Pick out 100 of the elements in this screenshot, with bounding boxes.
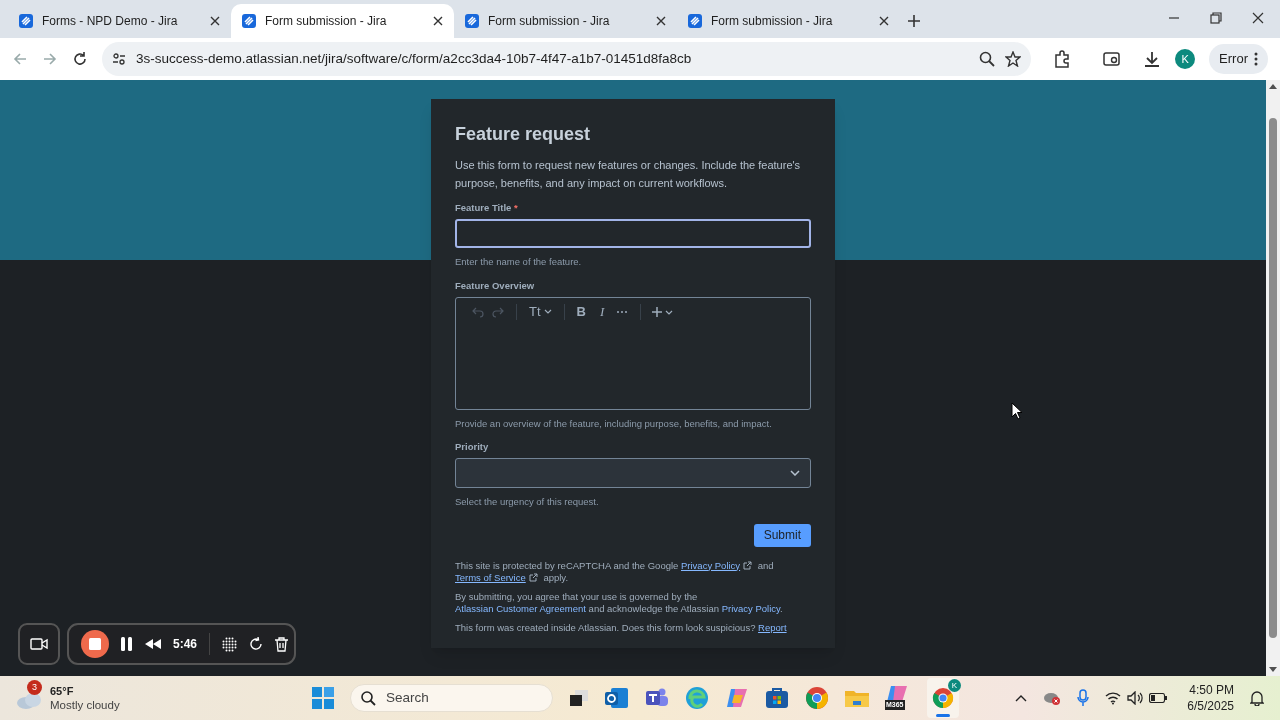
field-label: Feature Overview xyxy=(455,278,536,293)
rewind-icon[interactable] xyxy=(145,639,161,649)
jira-icon xyxy=(242,14,256,28)
rich-text-editor[interactable]: Tt B I xyxy=(455,296,811,410)
camera-toggle-button[interactable] xyxy=(18,623,60,665)
copilot-icon[interactable] xyxy=(725,687,749,709)
italic-button[interactable]: I xyxy=(599,302,605,322)
priority-dropdown[interactable] xyxy=(455,458,811,489)
chevron-up-icon[interactable] xyxy=(1015,694,1028,702)
field-label: Feature Title * xyxy=(455,201,519,215)
field-label: Priority xyxy=(455,440,490,454)
legal-text: This form was created inside Atlassian. Does this form look suspicious? Report xyxy=(455,621,788,634)
tab-title: Form submission - Jira xyxy=(488,13,611,30)
external-link-icon[interactable] xyxy=(528,573,538,583)
battery-icon[interactable] xyxy=(1149,693,1168,703)
trash-icon[interactable] xyxy=(275,636,289,652)
helper-text: Select the urgency of this request. xyxy=(455,495,600,510)
recording-timer: 5:46 xyxy=(173,636,198,653)
chrome-icon[interactable] xyxy=(805,686,829,710)
link[interactable]: Atlassian Customer Agreement xyxy=(455,602,586,614)
submit-button[interactable]: Submit xyxy=(753,523,811,547)
dot-grid-icon[interactable] xyxy=(222,636,238,652)
restart-icon[interactable] xyxy=(249,637,264,651)
task-view-icon[interactable] xyxy=(569,689,589,707)
bold-button[interactable]: B xyxy=(576,302,586,322)
profile-badge: K xyxy=(948,679,961,692)
jira-icon xyxy=(465,14,479,28)
form-description: Use this form to request new features or changes. Include the feature's purpose, benefits, and any impact on current workflows. xyxy=(455,158,802,191)
address-bar[interactable]: 3s-success-demo.atlassian.net/jira/software/c/form/a2cc3da4-10b7-4f47-a1b7-01451d8fa8cb xyxy=(102,42,1032,76)
close-icon[interactable] xyxy=(879,16,889,26)
browser-tab[interactable]: Forms - NPD Demo - Jira xyxy=(8,4,231,38)
browser-tab[interactable]: Form submission - Jira xyxy=(454,4,677,38)
legal-text: This site is protected by reCAPTCHA and the Google Privacy Policy and Terms of Service apply. xyxy=(455,559,775,584)
clock-time: 4:50 PM xyxy=(1189,682,1234,698)
close-icon[interactable] xyxy=(210,16,220,26)
pause-icon[interactable] xyxy=(121,637,133,651)
temperature-text: 65°F xyxy=(50,684,75,698)
legal-text: By submitting, you agree that your use is governed by the Atlassian Customer Agreement and acknowledge the Atlassian Privacy Policy. xyxy=(455,590,784,615)
teams-icon[interactable] xyxy=(645,687,669,709)
close-icon[interactable] xyxy=(1252,12,1264,24)
cloud-icon xyxy=(16,691,44,709)
tab-title: Forms - NPD Demo - Jira xyxy=(42,13,179,30)
close-icon[interactable] xyxy=(656,16,666,26)
notification-badge: 3 xyxy=(27,680,42,695)
onedrive-error-icon[interactable] xyxy=(1043,690,1062,706)
url-text: 3s-success-demo.atlassian.net/jira/software/c/form/a2cc3da4-10b7-4f47-a1b7-01451d8fa8cb xyxy=(136,49,693,68)
insert-icon[interactable] xyxy=(651,305,674,318)
text-field[interactable] xyxy=(455,219,811,249)
folder-icon[interactable] xyxy=(845,688,869,708)
link[interactable]: Terms of Service xyxy=(455,571,526,583)
chevron-down-icon xyxy=(790,470,800,477)
jira-icon xyxy=(19,14,33,28)
link[interactable]: Report xyxy=(758,621,787,633)
download-icon[interactable] xyxy=(1143,50,1162,68)
link[interactable]: Privacy Policy xyxy=(681,559,741,571)
error-button[interactable]: Error xyxy=(1209,44,1268,74)
stop-button[interactable] xyxy=(81,630,109,658)
scrollbar[interactable] xyxy=(1266,80,1280,676)
clock-date: 6/5/2025 xyxy=(1187,698,1234,714)
close-icon[interactable] xyxy=(433,16,443,26)
search-icon xyxy=(361,690,376,706)
site-settings-icon[interactable] xyxy=(112,52,126,66)
weather-condition: Mostly cloudy xyxy=(50,698,120,712)
browser-tab[interactable]: Form submission - Jira xyxy=(231,4,454,38)
volume-icon[interactable] xyxy=(1127,691,1144,705)
helper-text: Enter the name of the feature. xyxy=(455,255,583,270)
new-tab-icon[interactable] xyxy=(908,15,920,27)
scroll-up-icon[interactable] xyxy=(1269,83,1277,89)
taskbar-search-field[interactable]: Search xyxy=(350,684,553,712)
star-icon[interactable] xyxy=(1005,51,1022,67)
scroll-down-icon[interactable] xyxy=(1269,667,1277,673)
text-style-button[interactable]: Tt xyxy=(529,302,552,322)
zoom-icon[interactable] xyxy=(979,51,996,67)
chrome-taskbar-button[interactable]: K xyxy=(927,678,959,718)
tab-search-icon[interactable] xyxy=(1103,50,1122,68)
tab-title: Form submission - Jira xyxy=(265,13,388,30)
profile-avatar[interactable]: K xyxy=(1175,49,1196,69)
notification-bell-icon[interactable] xyxy=(1250,690,1264,706)
restore-icon[interactable] xyxy=(1210,12,1222,24)
chevron-down-icon xyxy=(543,308,552,315)
outlook-icon[interactable] xyxy=(605,687,629,709)
tab-title: Form submission - Jira xyxy=(711,13,834,30)
form-title: Feature request xyxy=(455,123,592,146)
more-icon[interactable] xyxy=(616,309,629,314)
windows-start-icon[interactable] xyxy=(312,687,334,709)
store-icon[interactable] xyxy=(765,687,789,709)
active-indicator xyxy=(936,714,950,717)
jira-icon xyxy=(688,14,702,28)
puzzle-icon[interactable] xyxy=(1053,50,1072,68)
chrome-icon xyxy=(932,687,954,709)
wifi-icon[interactable] xyxy=(1105,691,1122,705)
mouse-cursor-icon xyxy=(1011,402,1023,420)
external-link-icon[interactable] xyxy=(743,561,753,571)
more-icon xyxy=(1254,52,1258,66)
search-placeholder: Search xyxy=(386,688,429,707)
browser-tab[interactable]: Form submission - Jira xyxy=(677,4,900,38)
microphone-icon[interactable] xyxy=(1077,689,1090,707)
helper-text: Provide an overview of the feature, including purpose, benefits, and impact. xyxy=(455,416,773,431)
scrollbar-thumb[interactable] xyxy=(1269,118,1277,638)
reload-icon[interactable] xyxy=(72,51,88,67)
